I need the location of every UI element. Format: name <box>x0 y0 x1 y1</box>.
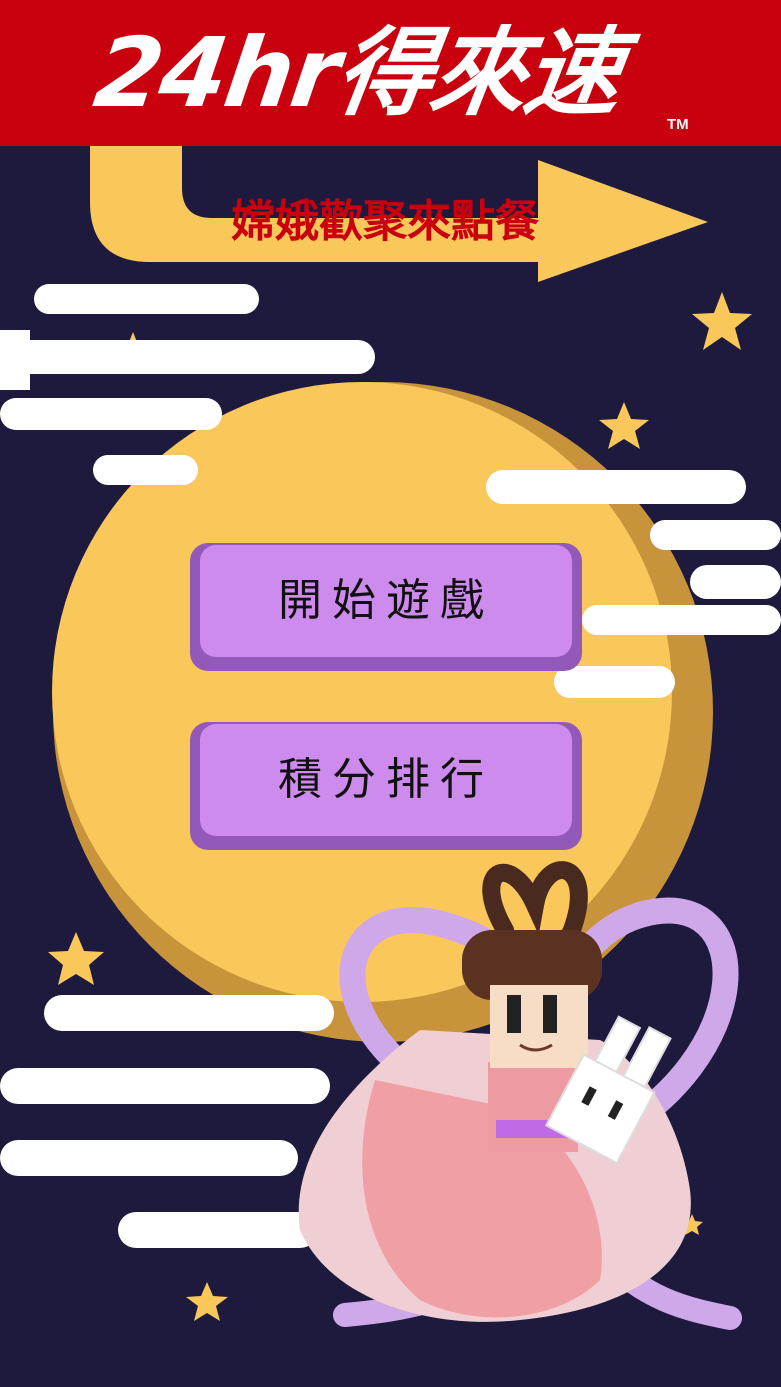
trademark-mark: TM <box>667 116 689 133</box>
star-icon <box>48 932 104 985</box>
leaderboard-button[interactable]: 積分排行 <box>190 722 582 850</box>
star-icon <box>186 1282 228 1321</box>
campaign-title: 嫦娥歡聚來點餐 <box>231 196 539 247</box>
cloud-left-bottom <box>0 995 334 1248</box>
start-game-button[interactable]: 開始遊戲 <box>190 543 582 671</box>
leaderboard-label: 積分排行 <box>278 754 494 805</box>
change-character-illustration <box>298 861 742 1330</box>
star-icon <box>599 402 649 449</box>
brand-logo: 24hr得來速 <box>88 17 628 129</box>
brand-header: 24hr得來速 TM <box>0 0 781 146</box>
game-screen: 24hr得來速 TM 嫦娥歡聚來點餐 開始遊戲 積分排行 <box>0 0 781 1387</box>
star-icon <box>692 292 752 350</box>
start-game-label: 開始遊戲 <box>278 575 494 626</box>
